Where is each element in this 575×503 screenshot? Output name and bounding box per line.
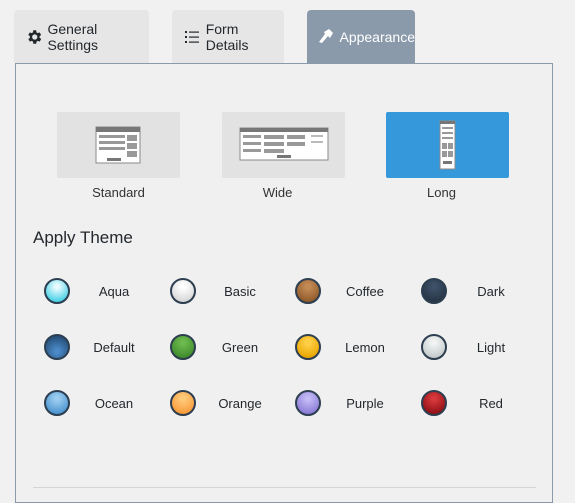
gear-icon bbox=[24, 27, 43, 47]
theme-swatch-coffee[interactable] bbox=[295, 278, 321, 304]
list-icon bbox=[182, 27, 202, 47]
layout-option-standard[interactable] bbox=[57, 112, 180, 178]
theme-swatch-default[interactable] bbox=[44, 334, 70, 360]
theme-swatch-orange[interactable] bbox=[170, 390, 196, 416]
tab-general-settings[interactable]: General Settings bbox=[14, 10, 149, 63]
theme-label-basic[interactable]: Basic bbox=[200, 284, 280, 299]
tab-label: Appearance bbox=[339, 29, 415, 45]
layout-label-long: Long bbox=[427, 185, 456, 200]
section-divider bbox=[33, 487, 536, 488]
layout-option-wide[interactable] bbox=[222, 112, 345, 178]
theme-label-light[interactable]: Light bbox=[451, 340, 531, 355]
theme-swatch-purple[interactable] bbox=[295, 390, 321, 416]
theme-swatch-aqua[interactable] bbox=[44, 278, 70, 304]
long-layout-thumbnail bbox=[439, 120, 456, 170]
wide-layout-thumbnail bbox=[239, 127, 329, 161]
tab-label: Form Details bbox=[205, 20, 249, 53]
theme-swatch-basic[interactable] bbox=[170, 278, 196, 304]
theme-label-red[interactable]: Red bbox=[451, 396, 531, 411]
layout-label-wide: Wide bbox=[262, 185, 293, 200]
tab-form-details[interactable]: Form Details bbox=[172, 10, 284, 63]
theme-swatch-dark[interactable] bbox=[421, 278, 447, 304]
theme-swatch-ocean[interactable] bbox=[44, 390, 70, 416]
tab-label: General Settings bbox=[47, 20, 99, 53]
theme-label-ocean[interactable]: Ocean bbox=[74, 396, 154, 411]
paint-brush-icon bbox=[317, 27, 335, 47]
theme-swatch-light[interactable] bbox=[421, 334, 447, 360]
layout-option-long[interactable] bbox=[386, 112, 509, 178]
theme-label-aqua[interactable]: Aqua bbox=[74, 284, 154, 299]
theme-swatch-lemon[interactable] bbox=[295, 334, 321, 360]
theme-label-coffee[interactable]: Coffee bbox=[325, 284, 405, 299]
layout-label-standard: Standard bbox=[92, 185, 145, 200]
tab-appearance[interactable]: Appearance bbox=[307, 10, 415, 64]
theme-label-purple[interactable]: Purple bbox=[325, 396, 405, 411]
standard-layout-thumbnail bbox=[95, 126, 141, 164]
theme-swatch-green[interactable] bbox=[170, 334, 196, 360]
theme-label-dark[interactable]: Dark bbox=[451, 284, 531, 299]
theme-swatch-red[interactable] bbox=[421, 390, 447, 416]
theme-label-lemon[interactable]: Lemon bbox=[325, 340, 405, 355]
theme-label-green[interactable]: Green bbox=[200, 340, 280, 355]
apply-theme-heading: Apply Theme bbox=[33, 228, 133, 247]
settings-tabs: General Settings Form Details Appearance bbox=[0, 0, 575, 64]
theme-label-orange[interactable]: Orange bbox=[200, 396, 280, 411]
theme-label-default[interactable]: Default bbox=[74, 340, 154, 355]
